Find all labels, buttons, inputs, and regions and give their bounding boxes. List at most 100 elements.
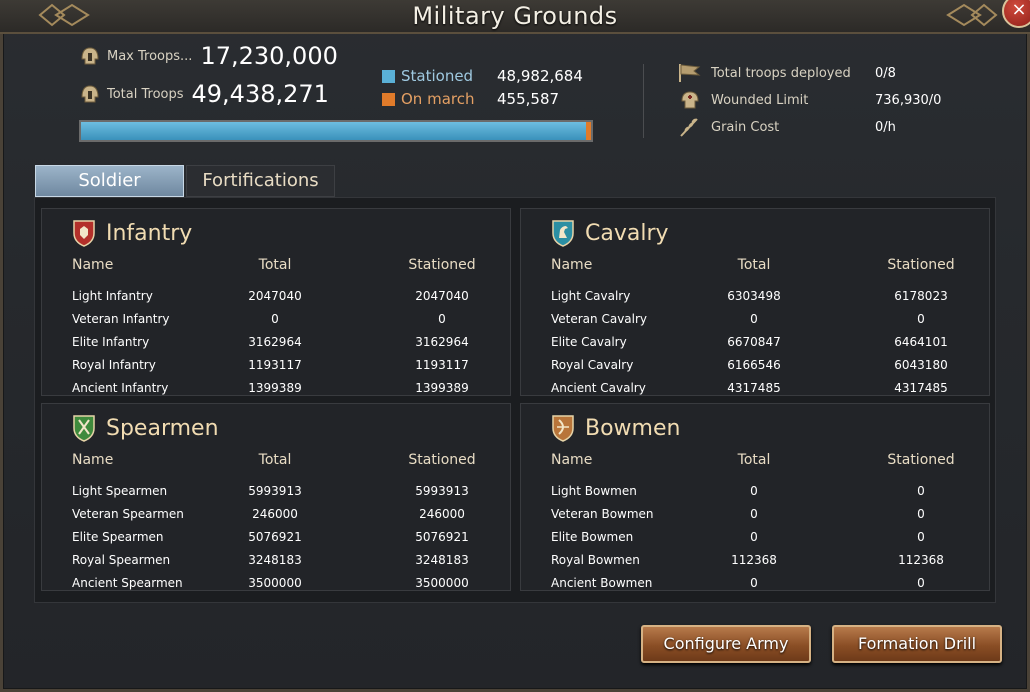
panel-cavalry: Cavalry Name Total Stationed Light Caval… (520, 208, 990, 396)
row-unit-name: Veteran Cavalry (551, 312, 648, 326)
col-header-total: Total (258, 257, 292, 273)
row-stationed-value: 0 (917, 507, 925, 521)
panel-bowmen: Bowmen Name Total Stationed Light Bowmen… (520, 403, 990, 591)
panel-title: Infantry (106, 220, 193, 246)
helmet-icon (81, 85, 99, 103)
legend-value-on-march: 455,587 (497, 90, 560, 108)
row-unit-name: Ancient Spearmen (72, 576, 183, 590)
tab-soldier[interactable]: Soldier (35, 165, 184, 197)
panel-header: Infantry (72, 219, 192, 247)
row-total-value: 246000 (252, 507, 298, 521)
ornament-right-icon (946, 3, 998, 27)
tab-fortifications[interactable]: Fortifications (186, 165, 335, 197)
row-total-value: 1399389 (248, 381, 302, 395)
row-unit-name: Ancient Cavalry (551, 381, 646, 395)
col-header-name: Name (72, 452, 114, 468)
row-stationed-value: 6464101 (894, 335, 948, 349)
col-header-name: Name (72, 257, 114, 273)
row-total-value: 112368 (731, 553, 777, 567)
col-header-total: Total (258, 452, 292, 468)
stat-value-wounded: 736,930/0 (875, 92, 942, 108)
panel-header: Bowmen (551, 414, 680, 442)
row-stationed-value: 2047040 (415, 289, 469, 303)
window-title: Military Grounds (412, 2, 618, 30)
stat-value-deployed: 0/8 (875, 65, 896, 81)
col-header-name: Name (551, 452, 593, 468)
stat-label-deployed: Total troops deployed (711, 65, 851, 81)
row-unit-name: Veteran Infantry (72, 312, 170, 326)
row-total-value: 0 (750, 312, 758, 326)
row-total-value: 3162964 (248, 335, 302, 349)
col-header-name: Name (551, 257, 593, 273)
row-unit-name: Light Spearmen (72, 484, 168, 498)
row-stationed-value: 0 (917, 576, 925, 590)
row-unit-name: Light Bowmen (551, 484, 637, 498)
col-header-stationed: Stationed (887, 452, 955, 468)
spearmen-shield-icon (73, 415, 95, 442)
troop-progress-bar (79, 120, 593, 142)
row-unit-name: Ancient Infantry (72, 381, 169, 395)
row-stationed-value: 0 (917, 312, 925, 326)
total-troops-row: Total Troops 49,438,271 (79, 80, 329, 108)
max-troops-value: 17,230,000 (200, 42, 338, 70)
row-stationed-value: 3248183 (415, 553, 469, 567)
row-unit-name: Veteran Bowmen (551, 507, 654, 521)
stat-row-deployed: Total troops deployed 0/8 (677, 62, 896, 84)
wounded-icon (681, 91, 699, 109)
row-stationed-value: 5076921 (415, 530, 469, 544)
row-total-value: 3500000 (248, 576, 302, 590)
row-stationed-value: 1193117 (415, 358, 469, 372)
title-bar: Military Grounds × (0, 0, 1030, 34)
row-stationed-value: 0 (917, 484, 925, 498)
legend-on-march: On march 455,587 (382, 90, 559, 108)
max-troops-label: Max Troops... (107, 48, 193, 64)
progress-stationed-fill (81, 122, 586, 140)
legend-label-stationed: Stationed (401, 67, 474, 85)
row-total-value: 0 (750, 484, 758, 498)
row-stationed-value: 0 (917, 530, 925, 544)
row-stationed-value: 4317485 (894, 381, 948, 395)
progress-on-march-fill (586, 122, 591, 140)
col-header-stationed: Stationed (408, 452, 476, 468)
row-stationed-value: 0 (438, 312, 446, 326)
max-troops-row: Max Troops... 17,230,000 (79, 42, 338, 70)
col-header-total: Total (737, 452, 771, 468)
row-stationed-value: 6178023 (894, 289, 948, 303)
row-stationed-value: 3500000 (415, 576, 469, 590)
row-unit-name: Elite Cavalry (551, 335, 627, 349)
helmet-icon (81, 47, 99, 65)
flag-icon (679, 64, 701, 82)
row-total-value: 2047040 (248, 289, 302, 303)
row-unit-name: Elite Bowmen (551, 530, 634, 544)
row-unit-name: Royal Cavalry (551, 358, 634, 372)
panel-title: Spearmen (106, 415, 219, 441)
row-stationed-value: 3162964 (415, 335, 469, 349)
stat-row-wounded: Wounded Limit 736,930/0 (677, 89, 941, 111)
panel-spearmen: Spearmen Name Total Stationed Light Spea… (41, 403, 511, 591)
row-unit-name: Royal Infantry (72, 358, 156, 372)
panel-title: Cavalry (585, 220, 669, 246)
summary-divider (643, 64, 644, 138)
troop-panels: Infantry Name Total Stationed Light Infa… (34, 197, 996, 603)
legend-stationed: Stationed 48,982,684 (382, 67, 583, 85)
row-unit-name: Elite Spearmen (72, 530, 164, 544)
row-unit-name: Light Infantry (72, 289, 153, 303)
panel-header: Cavalry (551, 219, 669, 247)
configure-army-button[interactable]: Configure Army (641, 625, 811, 663)
formation-drill-button[interactable]: Formation Drill (832, 625, 1002, 663)
row-stationed-value: 112368 (898, 553, 944, 567)
row-unit-name: Ancient Bowmen (551, 576, 653, 590)
bowmen-shield-icon (552, 415, 574, 442)
row-stationed-value: 246000 (419, 507, 465, 521)
row-unit-name: Royal Spearmen (72, 553, 171, 567)
row-total-value: 0 (750, 507, 758, 521)
row-total-value: 6303498 (727, 289, 781, 303)
row-total-value: 5076921 (248, 530, 302, 544)
stat-label-wounded: Wounded Limit (711, 92, 809, 108)
row-stationed-value: 6043180 (894, 358, 948, 372)
infantry-shield-icon (73, 220, 95, 247)
legend-label-on-march: On march (401, 90, 475, 108)
row-unit-name: Elite Infantry (72, 335, 150, 349)
row-total-value: 0 (271, 312, 279, 326)
stat-row-grain: Grain Cost 0/h (677, 116, 896, 138)
